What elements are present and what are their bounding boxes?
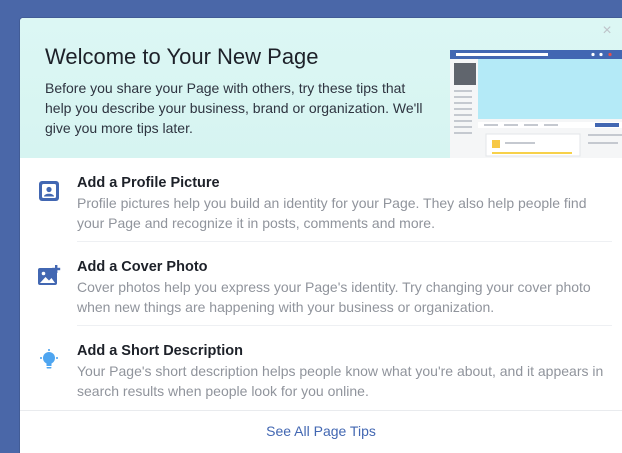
tip-short-description[interactable]: Add a Short Description Your Page's shor… (20, 326, 622, 410)
tip-body: Cover photos help you express your Page'… (77, 279, 591, 315)
see-all-page-tips-link[interactable]: See All Page Tips (266, 423, 376, 439)
lightbulb-icon (37, 348, 61, 372)
tip-body: Your Page's short description helps peop… (77, 363, 604, 399)
dialog-title: Welcome to Your New Page (45, 44, 319, 69)
dialog-footer: See All Page Tips (20, 410, 622, 453)
tip-body: Profile pictures help you build an ident… (77, 195, 587, 231)
tip-title: Add a Profile Picture (77, 175, 220, 191)
tip-cover-photo[interactable]: Add a Cover Photo Cover photos help you … (20, 242, 622, 326)
dialog-header: Welcome to Your New Page Before you shar… (20, 18, 622, 158)
page-preview-illustration (450, 50, 622, 158)
tip-title: Add a Cover Photo (77, 259, 208, 275)
close-icon[interactable]: × (600, 23, 614, 39)
tip-profile-picture[interactable]: Add a Profile Picture Profile pictures h… (20, 158, 622, 242)
welcome-dialog: Welcome to Your New Page Before you shar… (20, 18, 622, 453)
profile-picture-icon (37, 179, 61, 203)
tip-title: Add a Short Description (77, 343, 243, 359)
cover-photo-icon (37, 264, 61, 288)
dialog-intro: Before you share your Page with others, … (45, 80, 423, 136)
